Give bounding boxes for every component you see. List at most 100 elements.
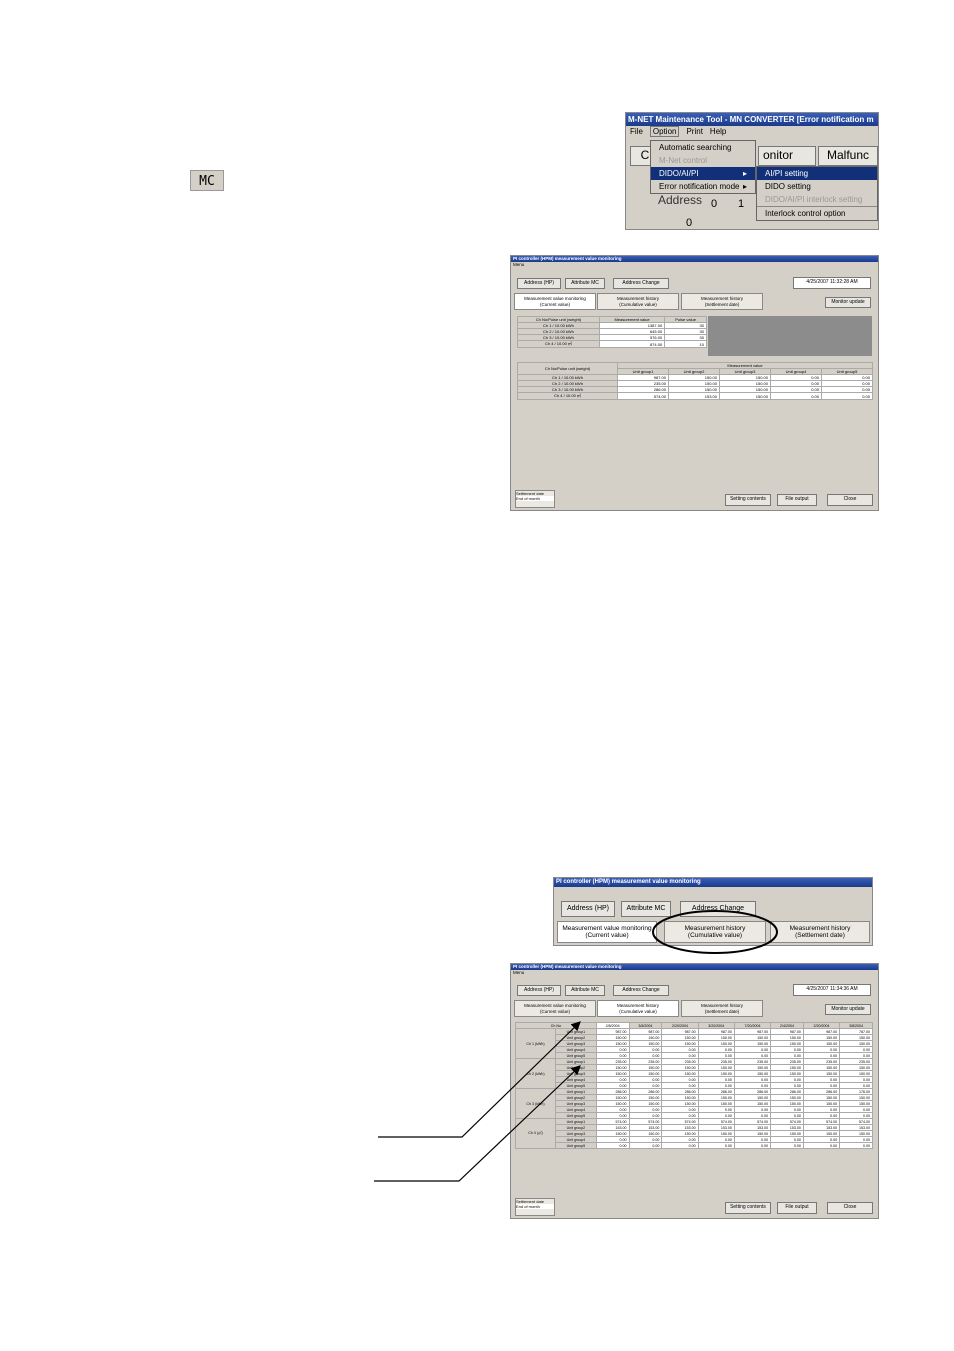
file-output-button[interactable]: File output <box>777 494 817 506</box>
menu-error-notification-label: Error notification mode <box>659 182 740 191</box>
tab-settlement-line2: (Settlement date) <box>704 301 740 307</box>
attribute-mc-button[interactable]: Attribute MC <box>565 985 605 996</box>
ch-label: Ch 4 / 10.00 ㎥ <box>517 392 618 400</box>
channel-label: Ch 3 (kWh) <box>515 1088 556 1119</box>
menu-ai-pi-setting[interactable]: AI/PI setting <box>757 167 877 180</box>
tab-current-value[interactable]: Measurement value monitoring (Current val… <box>514 1000 596 1017</box>
bg-button-monitor[interactable]: onitor <box>758 146 816 166</box>
mc-button[interactable]: MC <box>190 170 224 191</box>
crop-tab-settlement[interactable]: Measurement history (Settlement date) <box>770 921 870 943</box>
ch-label: Ch 4 / 10.00 ㎥ <box>517 340 600 348</box>
crop-tab-current[interactable]: Measurement value monitoring (Current val… <box>557 921 657 943</box>
menu-window-title: M-NET Maintenance Tool - MN CONVERTER [E… <box>626 113 878 126</box>
setting-contents-button[interactable]: Setting contents <box>725 1202 771 1214</box>
unit-value-cell: 0.00 <box>769 392 822 400</box>
address-digit-1: 1 <box>738 198 745 210</box>
history-value-cell: 0.00 <box>628 1142 663 1149</box>
history-value-cell: 0.00 <box>697 1142 735 1149</box>
datetime-box: 4/25/2007 11:34:36 AM <box>793 984 871 996</box>
address-hp-button[interactable]: Address (HP) <box>517 985 561 996</box>
unit-group-body: Ch 1 / 10.00 kWh 987.00 150.00 150.00 0.00 0.… <box>517 374 874 400</box>
unit-value-cell: 0.00 <box>820 392 874 400</box>
close-button[interactable]: Close <box>827 1202 873 1214</box>
address-hp-button[interactable]: Address (HP) <box>517 278 561 289</box>
unit-value-cell: 574.00 <box>616 392 669 400</box>
measurement-cell: 874.00 <box>598 340 666 348</box>
address-change-button[interactable]: Address Change <box>613 985 669 996</box>
table-row: Unit group5 0.00 0.00 0.00 0.00 0.00 0.00 0.00 0… <box>516 1142 873 1149</box>
channel-label: Ch 2 (kWh) <box>515 1058 556 1089</box>
monitor-update-button[interactable]: Monitor update <box>825 297 871 308</box>
menu-file[interactable]: File <box>630 127 643 136</box>
pi-window-cumulative: PI controller (HPM) measurement value mo… <box>510 963 879 1219</box>
unit-group-label: Unit group5 <box>555 1142 597 1149</box>
menu-screenshot: M-NET Maintenance Tool - MN CONVERTER [E… <box>625 112 879 230</box>
table-row: Ch 4 / 10.00 ㎥ 874.00 10 <box>517 340 707 348</box>
address-change-button[interactable]: Address Change <box>613 278 669 289</box>
history-value-cell: 0.00 <box>839 1142 873 1149</box>
submenu-arrow-icon: ▸ <box>742 182 747 191</box>
highlight-circle <box>652 910 778 954</box>
history-value-cell: 0.00 <box>661 1142 699 1149</box>
dido-submenu: AI/PI setting DIDO setting DIDO/AI/PI in… <box>756 166 878 221</box>
unit-value-cell: 153.00 <box>667 392 720 400</box>
menu-dido-setting[interactable]: DIDO setting <box>757 180 877 193</box>
history-value-cell: 0.00 <box>770 1142 804 1149</box>
option-menu: Automatic searching M-Net control DIDO/A… <box>650 140 756 194</box>
menu-help[interactable]: Help <box>710 127 726 136</box>
crop-tab-current-line2: (Current value) <box>585 932 629 939</box>
file-output-button[interactable]: File output <box>777 1202 817 1214</box>
bg-button-malfunc[interactable]: Malfunc <box>818 146 878 166</box>
crop-title: PI controller (HPM) measurement value mo… <box>554 878 872 887</box>
menu-interlock-setting: DIDO/AI/PI interlock setting <box>765 195 863 204</box>
datetime-box: 4/25/2007 11:32:28 AM <box>793 277 871 289</box>
settlement-date-box: Settlement date End of month <box>515 1198 555 1216</box>
address-row2: 0 <box>686 217 693 229</box>
pulse-cell: 10 <box>664 340 707 348</box>
tab2-current-line2: (Current value) <box>539 1008 570 1014</box>
end-of-month-label: End of month <box>516 496 554 501</box>
menu-dido-ai-pi[interactable]: DIDO/AI/PI ▸ <box>651 167 755 180</box>
history-value-cell: 0.00 <box>802 1142 841 1149</box>
address-digit-0: 0 <box>711 198 718 210</box>
history-value-cell: 0.00 <box>595 1142 630 1149</box>
menubar: File Option Print Help <box>626 126 878 138</box>
tab-settlement-date[interactable]: Measurement history (Settlement date) <box>681 293 763 310</box>
attribute-mc-button[interactable]: Attribute MC <box>565 278 605 289</box>
history-table: Ch No 2/8/2004 3/8/2004 2/20/2004 3/20/2004 7… <box>515 1022 873 1149</box>
crop-tab-current-line1: Measurement value monitoring <box>562 924 652 932</box>
tab-settlement-date[interactable]: Measurement history (Settlement date) <box>681 1000 763 1017</box>
settlement-date-box: Settlement date End of month <box>515 490 555 508</box>
channel-label: Ch 1 (kWh) <box>515 1028 556 1059</box>
menu-label[interactable]: Menu <box>511 262 878 269</box>
tab2-cumulative-line2: (Cumulative value) <box>619 1008 657 1014</box>
tab-cumulative-line2: (Cumulative value) <box>619 301 657 307</box>
setting-contents-button[interactable]: Setting contents <box>725 494 771 506</box>
empty-panel <box>708 316 872 356</box>
submenu-arrow-icon: ▸ <box>742 169 747 178</box>
history-value-cell: 0.00 <box>733 1142 772 1149</box>
th-ch-pulse-units: Ch No/Pulse unit (weight) <box>517 362 618 375</box>
tab-current-value-line2: (Current value) <box>539 301 570 307</box>
menu-option[interactable]: Option <box>649 126 680 137</box>
end-of-month-label: End of month <box>516 1204 554 1209</box>
tab-current-value[interactable]: Measurement value monitoring (Current val… <box>514 293 596 310</box>
table-row: Ch 4 / 10.00 ㎥ 574.00 153.00 150.00 0.00 0.00 <box>517 392 874 400</box>
menu-automatic-searching[interactable]: Automatic searching <box>651 141 755 154</box>
close-button[interactable]: Close <box>827 494 873 506</box>
tab-cumulative-value[interactable]: Measurement history (Cumulative value) <box>597 1000 679 1017</box>
crop-tab-settlement-line2: (Settlement date) <box>795 932 845 939</box>
address-label: Address <box>658 193 703 207</box>
channel-label: Ch 4 (㎥) <box>515 1118 556 1149</box>
menu-mnet-control: M-Net control <box>659 156 708 165</box>
menu-dido-ai-pi-label: DIDO/AI/PI <box>659 169 699 178</box>
menu-interlock-control-option[interactable]: Interlock control option <box>757 206 877 220</box>
crop-address-hp-button[interactable]: Address (HP) <box>561 901 615 917</box>
unit-value-cell: 150.00 <box>718 392 771 400</box>
menu2-label[interactable]: Menu <box>511 970 878 977</box>
tab-cumulative-value[interactable]: Measurement history (Cumulative value) <box>597 293 679 310</box>
menu-print[interactable]: Print <box>686 127 702 136</box>
pi-window-current: PI controller (HPM) measurement value mo… <box>510 255 879 511</box>
menu-error-notification-mode[interactable]: Error notification mode ▸ <box>651 180 755 193</box>
monitor-update-button[interactable]: Monitor update <box>825 1004 871 1015</box>
